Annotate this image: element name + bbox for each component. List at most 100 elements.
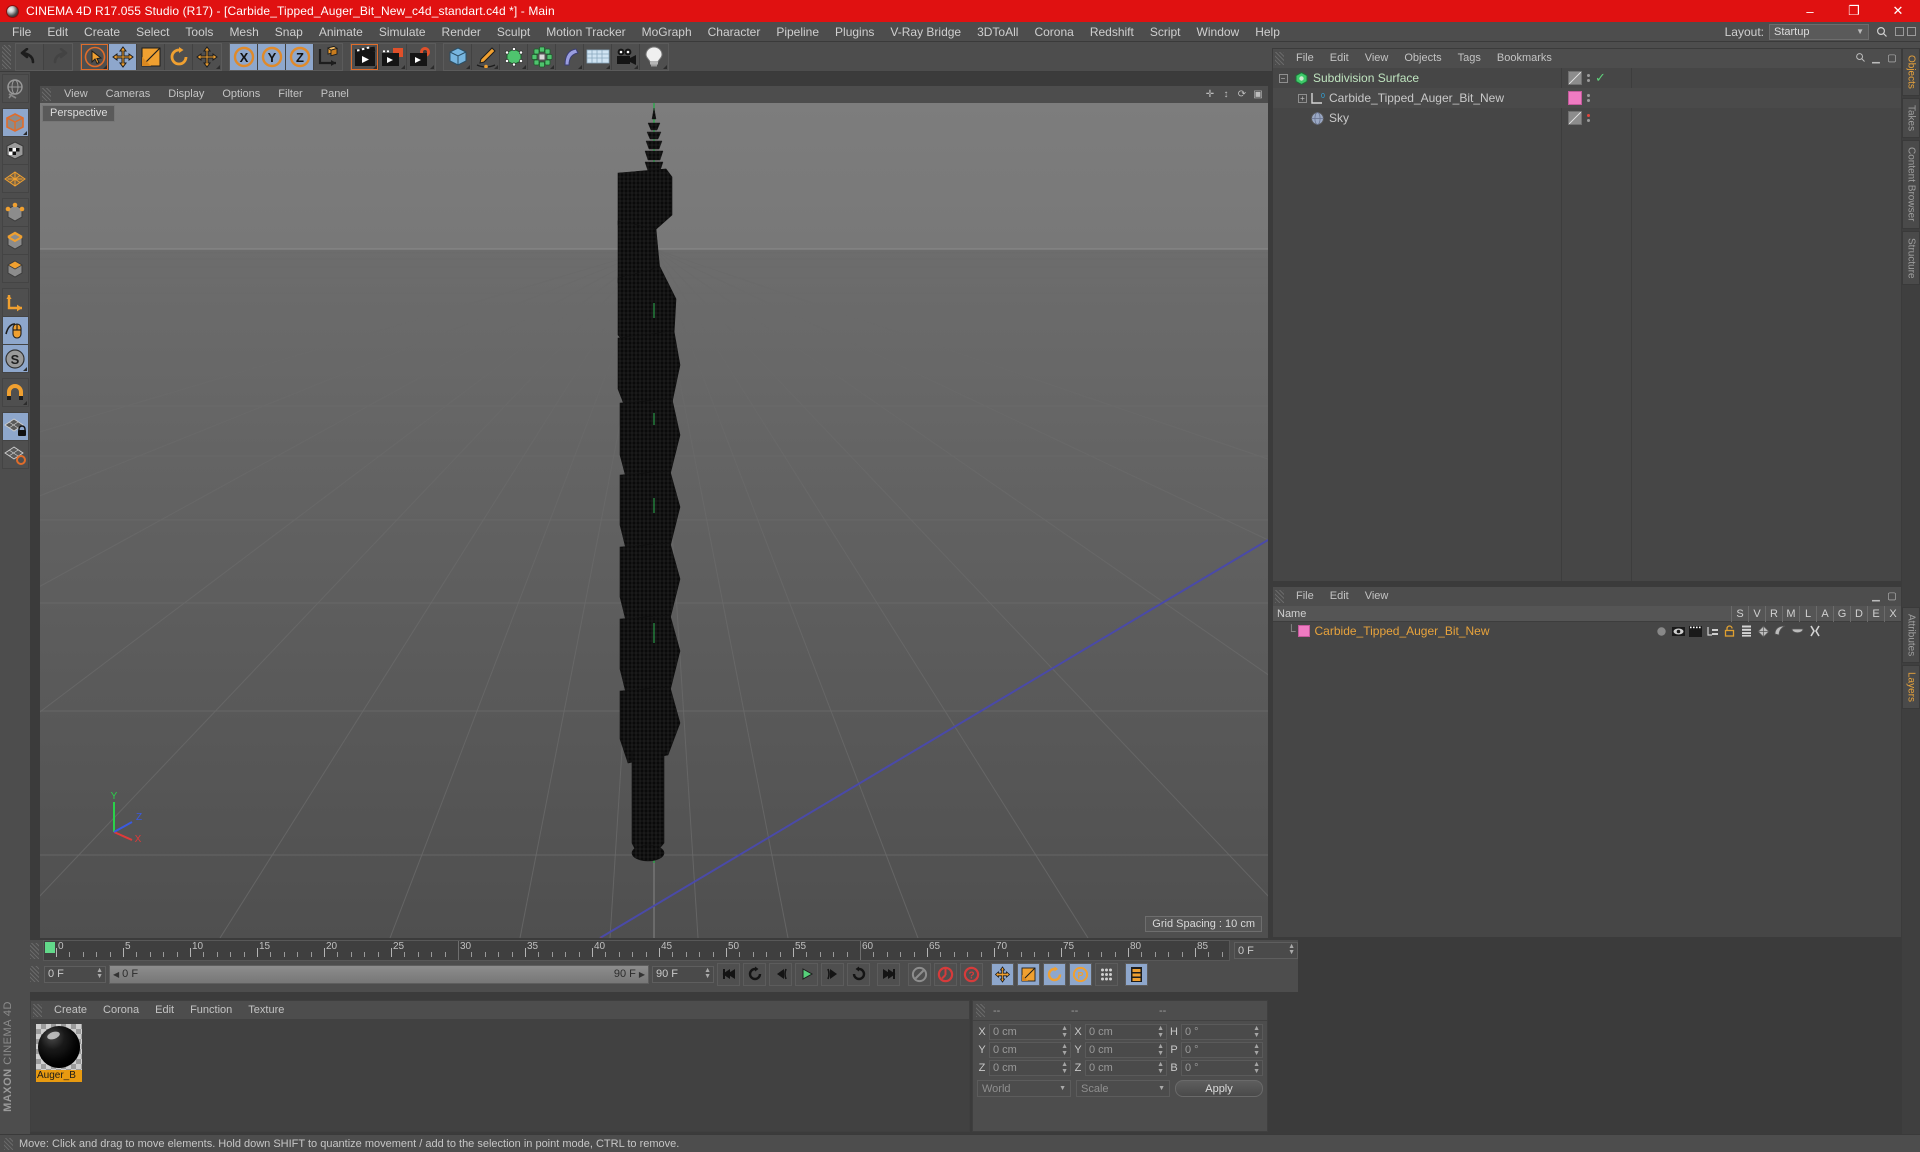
transform-mode-select[interactable]: Scale ▼: [1076, 1080, 1170, 1097]
world-axis-icon[interactable]: [314, 43, 342, 70]
previous-key-icon[interactable]: [743, 962, 766, 986]
polygon-mode-icon[interactable]: [1, 254, 29, 283]
viewport-tab-perspective[interactable]: Perspective: [42, 105, 116, 122]
polygon-object-icon[interactable]: 0: [1310, 91, 1325, 106]
camera-icon[interactable]: [612, 43, 640, 70]
axis-x-icon[interactable]: X: [230, 43, 258, 70]
layer-name[interactable]: Carbide_Tipped_Auger_Bit_New: [1315, 624, 1490, 638]
stepper-icon[interactable]: ▲ ▼: [1288, 943, 1295, 956]
object-menu-bookmarks[interactable]: Bookmarks: [1489, 49, 1560, 68]
timeline-playhead[interactable]: [458, 941, 459, 960]
timeline-playhead[interactable]: [860, 941, 861, 960]
render-to-picture-viewer-icon[interactable]: [379, 43, 407, 70]
object-tree[interactable]: − Subdivision Surface ✓ + 0 Carbide_Tipp…: [1273, 68, 1901, 581]
layer-manager-grip[interactable]: [1275, 590, 1284, 603]
toolbar-grip[interactable]: [2, 44, 11, 69]
coord-field-size-x[interactable]: 0 cm ▲ ▼: [1085, 1024, 1167, 1040]
timeline-ruler[interactable]: 051015202530354045505560657075808590: [43, 940, 1230, 961]
play-icon[interactable]: [795, 962, 818, 986]
edge-mode-icon[interactable]: [1, 226, 29, 255]
make-editable-icon[interactable]: [1, 74, 29, 103]
layer-lock-toggle[interactable]: [1721, 622, 1738, 640]
rotate-view-icon[interactable]: ⟳: [1236, 88, 1248, 100]
minimize-panel-icon[interactable]: ▁: [1870, 53, 1882, 64]
object-row-carbide-tipped-auger-bit-new[interactable]: + 0 Carbide_Tipped_Auger_Bit_New: [1273, 88, 1901, 108]
object-row-sky[interactable]: Sky: [1273, 108, 1901, 128]
vtab-attributes[interactable]: Attributes: [1902, 607, 1920, 664]
layer-column-d[interactable]: D: [1850, 605, 1867, 622]
scale-tool-icon[interactable]: [137, 43, 165, 70]
redo-icon[interactable]: [44, 43, 72, 70]
maximize-panel-icon[interactable]: ▢: [1886, 591, 1898, 602]
menu-item-file[interactable]: File: [4, 22, 39, 42]
stepper-icon[interactable]: ▲ ▼: [1253, 1025, 1260, 1039]
material-menu-texture[interactable]: Texture: [240, 1001, 292, 1019]
coord-field-size-y[interactable]: 0 cm ▲ ▼: [1085, 1042, 1167, 1058]
coord-field-rot-h[interactable]: 0 ° ▲ ▼: [1181, 1024, 1263, 1040]
maximize-button[interactable]: ❐: [1832, 0, 1876, 22]
material-manager-body[interactable]: Auger_B: [31, 1019, 969, 1131]
object-manager-grip[interactable]: [1275, 52, 1284, 65]
menu-item-motion-tracker[interactable]: Motion Tracker: [538, 22, 633, 42]
vtab-takes[interactable]: Takes: [1902, 97, 1920, 139]
layer-column-v[interactable]: V: [1748, 605, 1765, 622]
object-row-subdivision-surface[interactable]: − Subdivision Surface ✓: [1273, 68, 1901, 88]
record-parameter-icon[interactable]: P: [1069, 962, 1092, 986]
visibility-dots[interactable]: [1587, 94, 1590, 102]
render-settings-icon[interactable]: [407, 43, 435, 70]
material-menu-create[interactable]: Create: [46, 1001, 95, 1019]
keyframe-selection-icon[interactable]: ?: [960, 962, 983, 986]
search-icon[interactable]: [1874, 24, 1890, 40]
timeline-grip[interactable]: [30, 942, 39, 959]
viewport-menu-panel[interactable]: Panel: [312, 86, 358, 103]
transport-grip[interactable]: [30, 966, 39, 982]
pan-view-icon[interactable]: ✛: [1204, 88, 1216, 100]
stepper-icon[interactable]: ▲ ▼: [1157, 1061, 1164, 1075]
maximize-view-icon[interactable]: ▣: [1252, 88, 1264, 100]
object-name[interactable]: Sky: [1329, 111, 1349, 125]
stepper-icon[interactable]: ▲ ▼: [96, 967, 103, 980]
object-menu-view[interactable]: View: [1357, 49, 1397, 68]
layer-deformer-toggle[interactable]: [1772, 622, 1789, 640]
material-name[interactable]: Auger_B: [36, 1070, 82, 1082]
nurbs-generator-icon[interactable]: [500, 43, 528, 70]
object-menu-tags[interactable]: Tags: [1450, 49, 1489, 68]
layer-column-s[interactable]: S: [1731, 605, 1748, 622]
layout-window-buttons[interactable]: [1895, 27, 1916, 36]
timeline-icon[interactable]: [1125, 962, 1148, 986]
range-left-arrow-icon[interactable]: ◀: [113, 970, 119, 979]
stepper-icon[interactable]: ▲ ▼: [1157, 1025, 1164, 1039]
workplane-icon[interactable]: [1, 164, 29, 193]
record-rotation-icon[interactable]: [1043, 962, 1066, 986]
timeline-frame-field[interactable]: 0 F ▲ ▼: [44, 965, 106, 983]
layer-xref-toggle[interactable]: [1806, 622, 1823, 640]
menu-item-help[interactable]: Help: [1247, 22, 1288, 42]
workplane-lock-icon[interactable]: [1, 412, 29, 441]
object-name[interactable]: Subdivision Surface: [1313, 71, 1419, 85]
layer-animation-toggle[interactable]: [1738, 622, 1755, 640]
visibility-dots[interactable]: [1587, 114, 1590, 122]
axis-modify-icon[interactable]: [1, 288, 29, 317]
layer-column-l[interactable]: L: [1799, 605, 1816, 622]
rotate-tool-icon[interactable]: [165, 43, 193, 70]
expander-toggle[interactable]: −: [1273, 73, 1293, 83]
move-alt-icon[interactable]: [193, 43, 221, 70]
status-bar-grip[interactable]: [4, 1137, 13, 1150]
axis-y-icon[interactable]: Y: [258, 43, 286, 70]
visibility-dots[interactable]: [1587, 74, 1590, 82]
minimize-button[interactable]: –: [1788, 0, 1832, 22]
stepper-icon[interactable]: ▲ ▼: [1253, 1043, 1260, 1057]
apply-button[interactable]: Apply: [1175, 1080, 1263, 1097]
layer-manager-toggle[interactable]: [1704, 622, 1721, 640]
coord-field-pos-z[interactable]: 0 cm ▲ ▼: [989, 1060, 1071, 1076]
vtab-structure[interactable]: Structure: [1902, 230, 1920, 286]
restore-small-icon[interactable]: [1895, 27, 1904, 36]
timeline-range-bar[interactable]: ◀ 0 F 90 F ▶: [109, 964, 649, 984]
layer-solo-toggle[interactable]: [1653, 622, 1670, 640]
layer-visible-toggle[interactable]: [1670, 622, 1687, 640]
maximize-small-icon[interactable]: [1907, 27, 1916, 36]
autokeying-icon[interactable]: [934, 962, 957, 986]
layer-column-g[interactable]: G: [1833, 605, 1850, 622]
layer-color-swatch[interactable]: [1297, 625, 1310, 637]
menu-item-pipeline[interactable]: Pipeline: [768, 22, 827, 42]
